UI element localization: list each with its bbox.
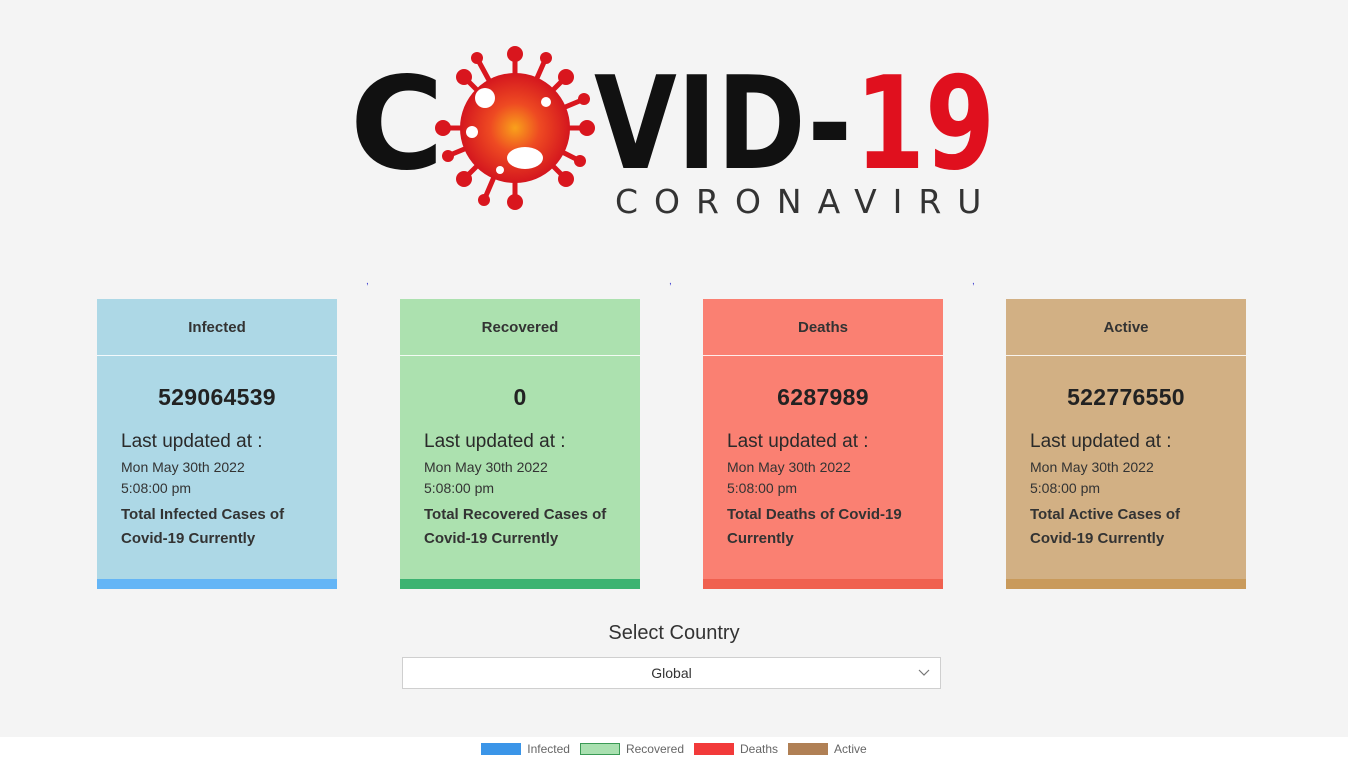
last-updated-label: Last updated at : xyxy=(1030,431,1172,452)
legend-label: Deaths xyxy=(740,742,779,756)
update-time: 5:08:00 pm xyxy=(424,480,495,496)
card-accent-bar xyxy=(703,579,943,589)
logo-subtitle: CORONAVIRUS xyxy=(615,182,995,220)
separator-comma: , xyxy=(972,276,975,287)
country-select-value: Global xyxy=(651,665,692,681)
card-title: Active xyxy=(1006,299,1246,356)
card-count: 529064539 xyxy=(158,384,276,410)
legend-swatch xyxy=(694,743,734,755)
logo-vid-text: VID- xyxy=(594,50,852,199)
legend-item-infected[interactable]: Infected xyxy=(481,742,570,756)
update-date: Mon May 30th 2022 xyxy=(121,459,245,475)
infected-card: Infected 529064539 Last updated at : Mon… xyxy=(97,299,337,589)
card-accent-bar xyxy=(1006,579,1246,589)
deaths-card: Deaths 6287989 Last updated at : Mon May… xyxy=(703,299,943,589)
recovered-card: Recovered 0 Last updated at : Mon May 30… xyxy=(400,299,640,589)
legend-item-deaths[interactable]: Deaths xyxy=(694,742,778,756)
virus-icon xyxy=(435,46,595,210)
covid-logo: C VID- 19 CORONAVIRUS xyxy=(350,40,995,220)
card-title: Recovered xyxy=(400,299,640,356)
legend-swatch xyxy=(481,743,522,755)
card-accent-bar xyxy=(97,579,337,589)
legend-label: Active xyxy=(834,742,867,756)
card-description: Total Active Cases of Covid-19 Currently xyxy=(1030,506,1181,547)
update-date: Mon May 30th 2022 xyxy=(1030,459,1154,475)
last-updated-label: Last updated at : xyxy=(424,431,566,452)
card-count: 6287989 xyxy=(777,384,869,410)
active-card: Active 522776550 Last updated at : Mon M… xyxy=(1006,299,1246,589)
update-time: 5:08:00 pm xyxy=(727,480,798,496)
card-accent-bar xyxy=(400,579,640,589)
card-description: Total Recovered Cases of Covid-19 Curren… xyxy=(424,506,607,547)
logo-19-text: 19 xyxy=(855,50,995,199)
card-count: 0 xyxy=(513,384,527,410)
legend-swatch xyxy=(579,743,620,755)
card-title: Infected xyxy=(97,299,337,356)
legend-label: Infected xyxy=(527,742,570,756)
country-select[interactable]: Global xyxy=(402,657,941,689)
card-count: 522776550 xyxy=(1067,384,1185,410)
legend-swatch xyxy=(788,743,829,755)
separator-comma: , xyxy=(366,276,369,287)
logo-letter-c: C xyxy=(350,50,444,199)
separator-comma: , xyxy=(669,276,672,287)
card-description: Total Infected Cases of Covid-19 Current… xyxy=(121,506,285,547)
last-updated-label: Last updated at : xyxy=(121,431,263,452)
update-time: 5:08:00 pm xyxy=(121,480,192,496)
chart-legend: Infected Recovered Deaths Active xyxy=(0,742,1348,756)
card-title: Deaths xyxy=(703,299,943,356)
last-updated-label: Last updated at : xyxy=(727,431,869,452)
update-date: Mon May 30th 2022 xyxy=(727,459,851,475)
select-country-label: Select Country xyxy=(608,622,740,644)
chevron-down-icon xyxy=(918,669,930,676)
legend-item-recovered[interactable]: Recovered xyxy=(579,742,684,756)
update-date: Mon May 30th 2022 xyxy=(424,459,548,475)
legend-item-active[interactable]: Active xyxy=(788,742,867,756)
update-time: 5:08:00 pm xyxy=(1030,480,1101,496)
covid-logo-graphic: C VID- 19 CORONAVIRUS xyxy=(350,46,995,220)
card-description: Total Deaths of Covid-19 Currently xyxy=(727,506,902,547)
legend-label: Recovered xyxy=(625,742,684,756)
